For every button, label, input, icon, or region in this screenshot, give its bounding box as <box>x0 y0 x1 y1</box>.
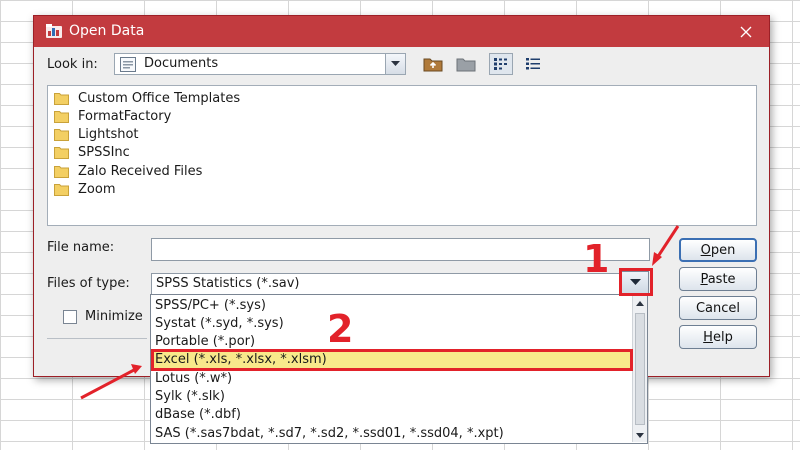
annotation-arrows <box>80 225 680 400</box>
annotation-label-2: 2 <box>327 307 354 351</box>
annotation-arrow-1 <box>652 225 680 266</box>
annotation-arrow-2 <box>80 364 142 400</box>
annotation-label-1: 1 <box>583 237 610 281</box>
